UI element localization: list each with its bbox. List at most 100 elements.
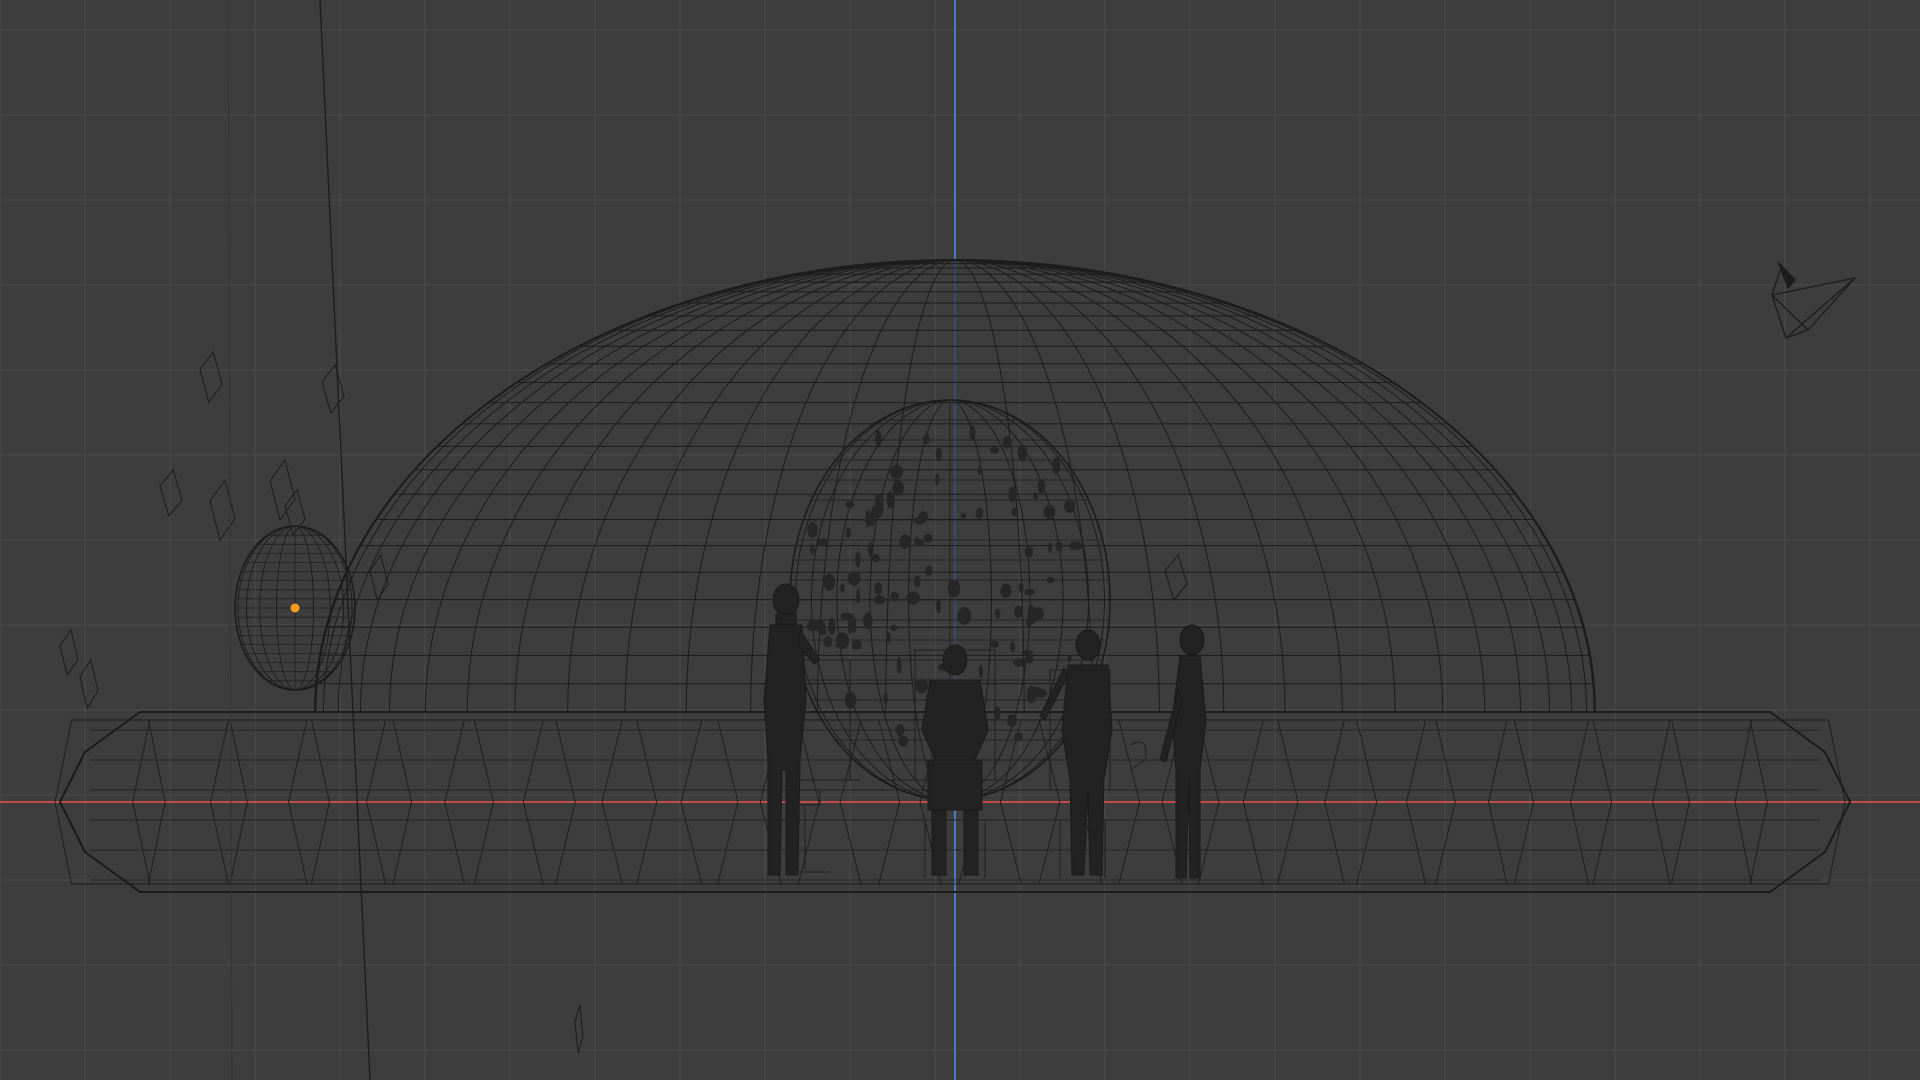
egg-speckle bbox=[886, 631, 891, 644]
egg-speckle bbox=[835, 641, 848, 649]
egg-speckle bbox=[913, 516, 925, 525]
egg-speckle bbox=[1024, 545, 1034, 558]
egg-speckle bbox=[823, 636, 833, 648]
egg-speckle bbox=[1046, 577, 1055, 584]
dome-meridian bbox=[514, 259, 956, 713]
egg-speckle bbox=[925, 565, 933, 576]
egg-speckle bbox=[922, 434, 930, 445]
egg-speckle bbox=[914, 536, 920, 547]
egg-speckle bbox=[895, 724, 905, 737]
egg-speckle bbox=[809, 544, 815, 555]
egg-speckle bbox=[855, 551, 861, 568]
figure-4-silhouette[interactable] bbox=[1159, 624, 1207, 879]
egg-speckle bbox=[1052, 456, 1061, 475]
floating-plane bbox=[321, 363, 345, 415]
egg-speckle bbox=[845, 527, 851, 539]
egg-speckle bbox=[989, 447, 1000, 454]
egg-speckle bbox=[994, 608, 1001, 619]
egg-speckle bbox=[816, 538, 829, 546]
egg-speckle bbox=[873, 595, 886, 605]
egg-speckle bbox=[1069, 541, 1083, 551]
plane-icon-group[interactable] bbox=[59, 350, 1188, 1054]
dome-meridian bbox=[954, 259, 1286, 713]
egg-speckle bbox=[975, 507, 984, 519]
egg-speckle bbox=[890, 591, 899, 602]
3d-viewport[interactable] bbox=[0, 0, 1920, 1080]
egg-speckle bbox=[851, 640, 862, 650]
egg-speckle bbox=[892, 480, 904, 496]
floating-plane bbox=[1164, 553, 1188, 602]
egg-speckle bbox=[1024, 588, 1035, 596]
egg-speckle bbox=[839, 583, 845, 593]
egg-speckle bbox=[1067, 655, 1073, 663]
egg-speckle bbox=[969, 425, 976, 441]
egg-speckle bbox=[1008, 486, 1017, 503]
egg-speckle bbox=[898, 735, 909, 747]
egg-speckle bbox=[1011, 507, 1018, 517]
egg-speckle bbox=[1063, 499, 1076, 513]
egg-speckle bbox=[1017, 444, 1028, 462]
egg-speckle bbox=[818, 628, 827, 636]
egg-speckle bbox=[1043, 504, 1056, 520]
selected-origin-dot[interactable] bbox=[290, 603, 300, 613]
floating-plane bbox=[79, 658, 99, 710]
dome-wireframe[interactable] bbox=[314, 259, 1596, 713]
egg-speckle bbox=[890, 464, 904, 479]
egg-speckle bbox=[990, 640, 999, 648]
egg-speckle bbox=[847, 570, 861, 586]
floating-plane bbox=[199, 350, 223, 404]
egg-speckle bbox=[913, 575, 921, 588]
egg-speckle bbox=[847, 618, 853, 635]
egg-speckle bbox=[1055, 541, 1063, 552]
floating-plane bbox=[269, 458, 296, 522]
floating-plane bbox=[59, 628, 79, 677]
egg-speckle bbox=[883, 692, 889, 704]
egg-speckle bbox=[863, 612, 873, 630]
egg-speckle bbox=[1014, 732, 1023, 742]
dome-meridian bbox=[389, 259, 956, 713]
dome-meridian bbox=[954, 259, 1588, 713]
egg-speckle bbox=[875, 430, 882, 447]
egg-speckle bbox=[977, 466, 983, 475]
egg-speckle bbox=[1037, 479, 1046, 494]
egg-speckle bbox=[823, 573, 836, 591]
egg-speckle bbox=[828, 617, 836, 636]
egg-speckle bbox=[1026, 685, 1037, 704]
egg-speckle bbox=[1012, 658, 1027, 667]
dome-meridian bbox=[466, 259, 956, 713]
floating-plane bbox=[369, 553, 389, 602]
floating-plane bbox=[159, 468, 183, 518]
egg-speckle bbox=[868, 542, 874, 558]
egg-speckle bbox=[856, 588, 861, 604]
egg-speckle bbox=[899, 534, 911, 549]
camera-icon[interactable] bbox=[1771, 261, 1857, 339]
egg-speckle bbox=[886, 491, 894, 509]
egg-speckle bbox=[935, 447, 943, 462]
egg-speckle bbox=[1032, 492, 1038, 501]
scene-canvas[interactable] bbox=[0, 0, 1920, 1080]
egg-speckle bbox=[806, 620, 820, 632]
egg-speckle bbox=[889, 624, 898, 632]
egg-speckle bbox=[936, 598, 941, 614]
floating-plane bbox=[574, 1004, 584, 1054]
egg-speckle bbox=[978, 664, 984, 679]
egg-speckle bbox=[872, 553, 880, 563]
egg-speckle bbox=[961, 607, 967, 614]
egg-speckle bbox=[1027, 604, 1035, 623]
egg-speckle bbox=[1013, 605, 1023, 619]
egg-speckle bbox=[947, 579, 961, 598]
egg-speckle bbox=[915, 678, 929, 694]
dome-meridian bbox=[424, 259, 956, 713]
egg-speckle bbox=[960, 512, 967, 519]
dome-meridian bbox=[954, 259, 1396, 713]
egg-speckle bbox=[807, 521, 818, 538]
egg-speckle bbox=[935, 473, 940, 486]
egg-speckle bbox=[1010, 641, 1016, 653]
egg-speckle bbox=[865, 509, 871, 528]
egg-speckle bbox=[1006, 714, 1017, 728]
egg-speckle bbox=[1047, 542, 1053, 553]
dome-meridian bbox=[685, 259, 956, 713]
egg-speckle bbox=[840, 612, 854, 620]
egg-speckle bbox=[1000, 583, 1012, 598]
egg-speckle bbox=[851, 616, 857, 634]
